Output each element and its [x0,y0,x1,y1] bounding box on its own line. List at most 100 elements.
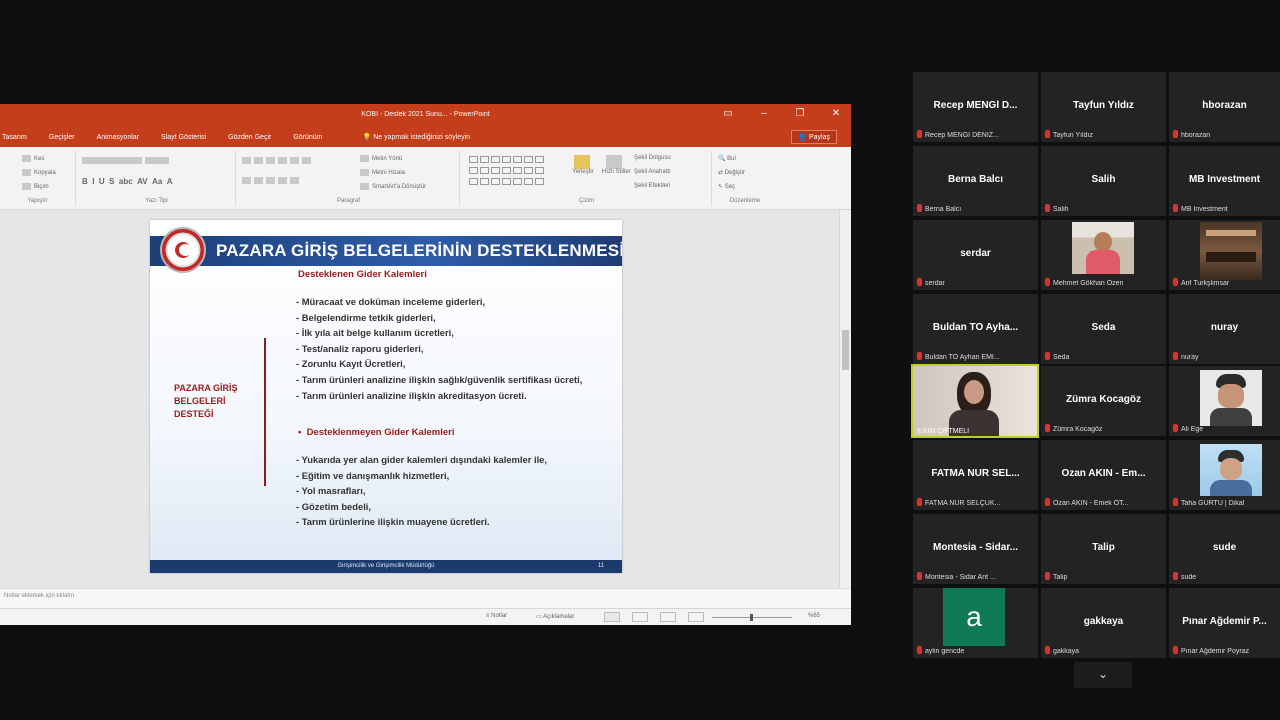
align-text-label: Metni Hizala [372,170,406,177]
clipboard-group: Kes Kopyala Biçim Yapıştır [0,151,76,206]
shape-fill-button[interactable]: Şekil Dolgusu [634,155,671,161]
participant-name: Buldan TO Ayha... [932,322,1019,333]
participant-tile[interactable]: hborazan hborazan [1169,72,1280,142]
text-direction-button[interactable]: Metin Yönü [360,155,402,162]
mic-muted-icon [1173,424,1178,432]
participant-tile[interactable]: Zümra Kocagöz Zümra Kocagöz [1041,366,1166,436]
slide-editor-area[interactable]: PAZARA GİRİŞ BELGELERİNİN DESTEKLENMESİ … [0,210,851,588]
notes-pane[interactable]: Notlar eklemek için tıklatın [0,588,851,608]
mic-muted-icon [1045,130,1050,138]
format-painter-button[interactable]: Biçim [22,183,49,190]
participant-tile[interactable]: FATMA NUR SEL... FATMA NUR SELÇUK... [913,440,1038,510]
mic-muted-icon [1173,130,1178,138]
participant-label: Arif Turkşlimsar [1181,280,1230,287]
participant-tile[interactable]: serdar serdar [913,220,1038,290]
list-item: - Tarım ürünleri analizine ilişkin sağlı… [296,373,583,385]
participant-label: Tayfun Yıldız [1053,132,1093,139]
zoom-level[interactable]: %65 [808,613,820,619]
gallery-more-toggle[interactable]: ⌄ [1074,662,1132,688]
participant-tile[interactable]: Buldan TO Ayha... Buldan TO Ayhan EMİ... [913,294,1038,364]
notes-toggle-button[interactable]: ≡ Notlar [486,613,507,619]
participant-tile[interactable]: Talip Talip [1041,514,1166,584]
participant-tile[interactable]: MB Investment MB Investment [1169,146,1280,216]
active-speaker-tile[interactable]: İLKİM ÇİFTMELİ [911,364,1039,438]
current-slide[interactable]: PAZARA GİRİŞ BELGELERİNİN DESTEKLENMESİ … [150,220,622,573]
cut-label: Kes [34,156,45,163]
smartart-button[interactable]: SmartArt'a Dönüştür [360,183,426,190]
participant-tile[interactable]: sude sude [1169,514,1280,584]
participant-tile-video[interactable]: Taha GÜRTÜ | Dikal [1169,440,1280,510]
mic-muted-icon [1045,498,1050,506]
participant-label: Buldan TO Ayhan EMİ... [925,354,1000,361]
slide-sorter-button[interactable] [632,612,648,622]
mic-muted-icon [1173,278,1178,286]
mic-muted-icon [1173,204,1178,212]
copy-button[interactable]: Kopyala [22,169,56,176]
tell-me-search[interactable]: 💡 Ne yapmak istediğinizi söyleyin [363,133,471,141]
share-label: Paylaş [808,134,830,141]
mic-muted-icon [1173,646,1178,654]
slide-title-banner: PAZARA GİRİŞ BELGELERİNİN DESTEKLENMESİ [150,236,622,266]
list-item: - Müracaat ve doküman inceleme giderleri… [296,296,486,307]
participant-tile[interactable]: Salih Salih [1041,146,1166,216]
font-style-buttons[interactable]: B I U S abc AV Aa A [82,177,173,186]
participant-tile-video[interactable]: Ali Ege [1169,366,1280,436]
participant-label: Mehmet Gökhan Özen [1053,280,1124,287]
participant-tile-video[interactable]: Mehmet Gökhan Özen [1041,220,1166,290]
cut-button[interactable]: Kes [22,155,44,162]
tab-design[interactable]: Tasarım [2,134,27,141]
list-item: - Tarım ürünleri analizine ilişkin akred… [296,389,527,401]
participant-tile[interactable]: Ozan AKIN - Em... Ozan AKIN - Emek OT... [1041,440,1166,510]
ppt-ribbon: Kes Kopyala Biçim Yapıştır B I U S abc A… [0,147,851,210]
tab-animations[interactable]: Animasyonlar [97,134,139,141]
replace-button[interactable]: ⇄ Değiştir [718,169,745,176]
participant-tile[interactable]: Tayfun Yıldız Tayfun Yıldız [1041,72,1166,142]
slide-footer: Girişimcilik ve Girişimcilik Müdürlüğü 1… [150,560,622,573]
slide-footer-text: Girişimcilik ve Girişimcilik Müdürlüğü [337,563,435,569]
participant-name: sude [1212,542,1237,553]
shape-effects-button[interactable]: Şekil Efektleri [634,183,670,189]
share-button[interactable]: 👤 Paylaş [791,130,837,144]
participant-tile[interactable]: Recep MENGİ D... Recep MENGİ DENİZ... [913,72,1038,142]
select-button[interactable]: ↖ Seç [718,183,735,190]
participant-tile[interactable]: Pınar Ağdemir P... Pınar Ağdemir Poyraz [1169,588,1280,658]
find-button[interactable]: 🔍 Bul [718,155,736,162]
participant-video [1200,444,1262,496]
mic-muted-icon [917,278,922,286]
ribbon-options-icon[interactable]: ▭ [721,108,735,119]
close-icon[interactable]: ✕ [829,108,843,119]
normal-view-button[interactable] [604,612,620,622]
list-item: - Test/analiz raporu giderleri, [296,342,424,354]
participant-tile[interactable]: a aylin gencde [913,588,1038,658]
participant-tile[interactable]: Montesia - Sidar... Montesia - Sidar Ant… [913,514,1038,584]
scrollbar-thumb[interactable] [842,330,849,370]
shape-effects-label: Şekil Efektleri [634,183,671,189]
participant-tile[interactable]: Berna Balcı Berna Balcı [913,146,1038,216]
tell-me-text: Ne yapmak istediğinizi söyleyin [373,134,471,141]
vertical-scrollbar[interactable] [839,210,851,588]
list-item: - Tarım ürünlerine ilişkin muayene ücret… [296,516,490,528]
participant-label: nuray [1181,354,1199,361]
arrange-button[interactable]: Yerleştir [570,155,596,191]
tab-view[interactable]: Görünüm [293,134,322,141]
tab-review[interactable]: Gözden Geçir [228,134,271,141]
participant-tile[interactable]: Seda Seda [1041,294,1166,364]
restore-icon[interactable]: ❐ [793,108,807,119]
participant-tile-video[interactable]: Arif Turkşlimsar [1169,220,1280,290]
reading-view-button[interactable] [660,612,676,622]
comments-toggle-button[interactable]: ▭ Açıklamalar [536,613,574,620]
tab-transitions[interactable]: Geçişler [49,134,75,141]
format-painter-label: Biçim [34,184,49,191]
participant-tile[interactable]: gakkaya gakkaya [1041,588,1166,658]
quick-styles-button[interactable]: Hızlı Stiller [602,155,631,191]
participant-label: İLKİM ÇİFTMELİ [917,428,970,435]
minimize-icon[interactable]: – [757,108,771,119]
align-text-button[interactable]: Metni Hizala [360,169,405,176]
shape-outline-button[interactable]: Şekil Anahattı [634,169,671,175]
participant-tile[interactable]: nuray nuray [1169,294,1280,364]
slideshow-button[interactable] [688,612,704,622]
zoom-slider-thumb[interactable] [750,614,753,621]
shapes-gallery[interactable] [468,155,545,188]
clipboard-group-label: Yapıştır [27,198,48,204]
tab-slideshow[interactable]: Slayt Gösterisi [161,134,206,141]
